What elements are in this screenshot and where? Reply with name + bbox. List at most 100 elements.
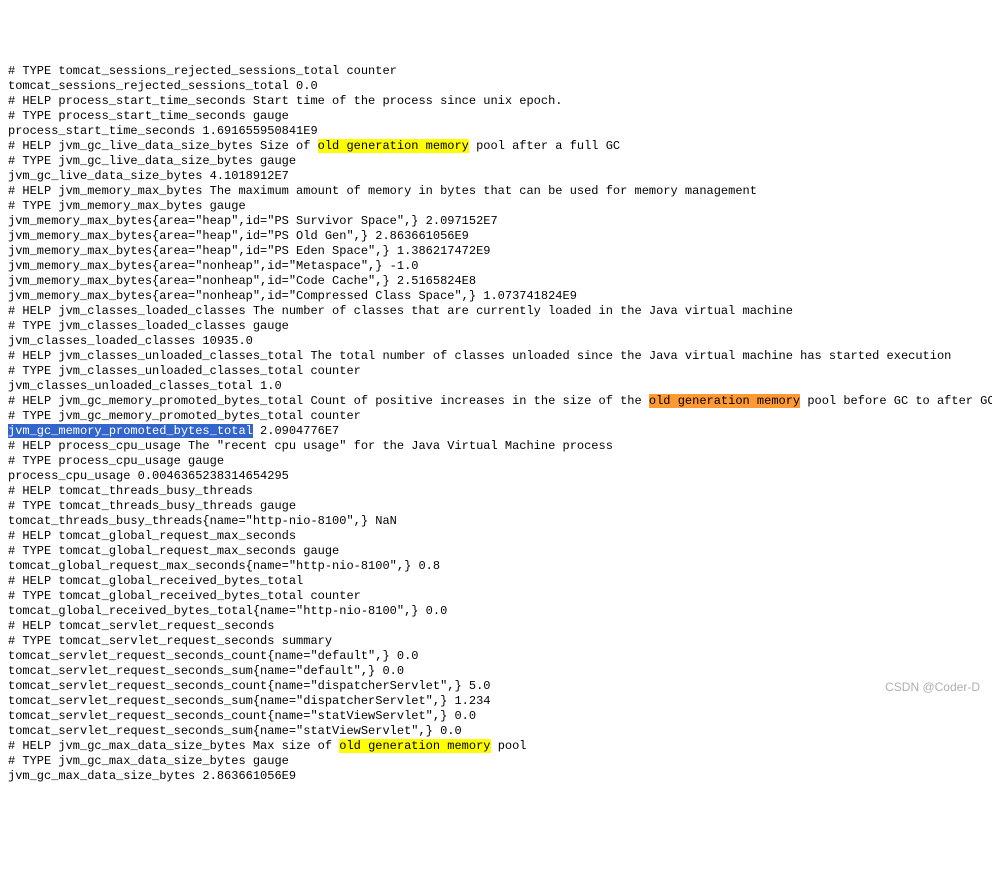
- text-line: # HELP tomcat_servlet_request_seconds: [8, 619, 984, 634]
- text-line: jvm_memory_max_bytes{area="nonheap",id="…: [8, 274, 984, 289]
- text-segment: # TYPE jvm_classes_unloaded_classes_tota…: [8, 364, 361, 378]
- text-segment: # TYPE tomcat_threads_busy_threads gauge: [8, 499, 296, 513]
- text-segment: process_start_time_seconds 1.69165595084…: [8, 124, 318, 138]
- text-segment: # TYPE tomcat_servlet_request_seconds su…: [8, 634, 332, 648]
- text-segment: # TYPE process_start_time_seconds gauge: [8, 109, 289, 123]
- text-segment: # HELP jvm_gc_max_data_size_bytes Max si…: [8, 739, 339, 753]
- text-line: tomcat_servlet_request_seconds_count{nam…: [8, 679, 984, 694]
- text-line: # HELP jvm_classes_unloaded_classes_tota…: [8, 349, 984, 364]
- text-line: tomcat_servlet_request_seconds_sum{name=…: [8, 664, 984, 679]
- text-segment: tomcat_sessions_rejected_sessions_total …: [8, 79, 318, 93]
- text-segment: jvm_classes_loaded_classes 10935.0: [8, 334, 253, 348]
- text-segment: tomcat_threads_busy_threads{name="http-n…: [8, 514, 397, 528]
- text-line: jvm_gc_memory_promoted_bytes_total 2.090…: [8, 424, 984, 439]
- text-segment: tomcat_servlet_request_seconds_sum{name=…: [8, 724, 462, 738]
- text-line: # HELP tomcat_global_received_bytes_tota…: [8, 574, 984, 589]
- text-line: jvm_memory_max_bytes{area="heap",id="PS …: [8, 244, 984, 259]
- text-line: tomcat_global_received_bytes_total{name=…: [8, 604, 984, 619]
- text-line: tomcat_sessions_rejected_sessions_total …: [8, 79, 984, 94]
- text-segment: pool: [491, 739, 527, 753]
- text-line: tomcat_servlet_request_seconds_sum{name=…: [8, 694, 984, 709]
- text-segment: tomcat_servlet_request_seconds_count{nam…: [8, 649, 418, 663]
- highlighted-text: old generation memory: [339, 739, 490, 753]
- text-segment: # HELP jvm_classes_unloaded_classes_tota…: [8, 349, 951, 363]
- text-segment: pool before GC to after GC: [800, 394, 992, 408]
- metrics-text-block: # TYPE tomcat_sessions_rejected_sessions…: [8, 64, 984, 784]
- text-segment: tomcat_servlet_request_seconds_count{nam…: [8, 679, 490, 693]
- text-line: # TYPE process_start_time_seconds gauge: [8, 109, 984, 124]
- text-segment: jvm_classes_unloaded_classes_total 1.0: [8, 379, 282, 393]
- text-segment: # TYPE process_cpu_usage gauge: [8, 454, 224, 468]
- text-segment: # HELP tomcat_threads_busy_threads: [8, 484, 253, 498]
- text-segment: # TYPE jvm_gc_max_data_size_bytes gauge: [8, 754, 289, 768]
- text-line: jvm_memory_max_bytes{area="nonheap",id="…: [8, 259, 984, 274]
- text-line: tomcat_global_request_max_seconds{name="…: [8, 559, 984, 574]
- text-segment: # HELP process_start_time_seconds Start …: [8, 94, 563, 108]
- highlighted-text: old generation memory: [318, 139, 469, 153]
- text-segment: tomcat_servlet_request_seconds_count{nam…: [8, 709, 476, 723]
- text-segment: tomcat_servlet_request_seconds_sum{name=…: [8, 694, 490, 708]
- text-line: # HELP jvm_gc_live_data_size_bytes Size …: [8, 139, 984, 154]
- text-segment: 2.0904776E7: [253, 424, 339, 438]
- text-line: # TYPE tomcat_servlet_request_seconds su…: [8, 634, 984, 649]
- text-line: # HELP jvm_gc_memory_promoted_bytes_tota…: [8, 394, 984, 409]
- text-line: # TYPE tomcat_threads_busy_threads gauge: [8, 499, 984, 514]
- text-segment: jvm_memory_max_bytes{area="heap",id="PS …: [8, 229, 469, 243]
- text-line: jvm_memory_max_bytes{area="nonheap",id="…: [8, 289, 984, 304]
- text-line: # HELP process_start_time_seconds Start …: [8, 94, 984, 109]
- text-line: # HELP jvm_memory_max_bytes The maximum …: [8, 184, 984, 199]
- text-segment: jvm_memory_max_bytes{area="nonheap",id="…: [8, 289, 577, 303]
- text-line: tomcat_threads_busy_threads{name="http-n…: [8, 514, 984, 529]
- text-segment: # HELP process_cpu_usage The "recent cpu…: [8, 439, 613, 453]
- text-line: # HELP jvm_gc_max_data_size_bytes Max si…: [8, 739, 984, 754]
- text-line: tomcat_servlet_request_seconds_count{nam…: [8, 709, 984, 724]
- text-segment: # HELP tomcat_global_received_bytes_tota…: [8, 574, 303, 588]
- text-segment: process_cpu_usage 0.0046365238314654295: [8, 469, 289, 483]
- text-segment: # HELP tomcat_servlet_request_seconds: [8, 619, 274, 633]
- highlighted-text: jvm_gc_memory_promoted_bytes_total: [8, 424, 253, 438]
- text-line: process_cpu_usage 0.0046365238314654295: [8, 469, 984, 484]
- text-line: jvm_classes_unloaded_classes_total 1.0: [8, 379, 984, 394]
- text-segment: # HELP jvm_gc_memory_promoted_bytes_tota…: [8, 394, 649, 408]
- text-line: # TYPE jvm_classes_loaded_classes gauge: [8, 319, 984, 334]
- highlighted-text: old generation memory: [649, 394, 800, 408]
- text-segment: # TYPE jvm_gc_live_data_size_bytes gauge: [8, 154, 296, 168]
- text-segment: # TYPE jvm_classes_loaded_classes gauge: [8, 319, 289, 333]
- text-line: tomcat_servlet_request_seconds_count{nam…: [8, 649, 984, 664]
- text-segment: jvm_gc_max_data_size_bytes 2.863661056E9: [8, 769, 296, 783]
- text-line: # HELP process_cpu_usage The "recent cpu…: [8, 439, 984, 454]
- text-line: jvm_gc_max_data_size_bytes 2.863661056E9: [8, 769, 984, 784]
- text-segment: jvm_memory_max_bytes{area="nonheap",id="…: [8, 259, 418, 273]
- text-segment: jvm_gc_live_data_size_bytes 4.1018912E7: [8, 169, 289, 183]
- text-line: # HELP tomcat_global_request_max_seconds: [8, 529, 984, 544]
- text-segment: # TYPE tomcat_sessions_rejected_sessions…: [8, 64, 397, 78]
- text-line: # TYPE tomcat_global_received_bytes_tota…: [8, 589, 984, 604]
- text-segment: # HELP jvm_gc_live_data_size_bytes Size …: [8, 139, 318, 153]
- text-line: # TYPE jvm_classes_unloaded_classes_tota…: [8, 364, 984, 379]
- text-segment: # TYPE jvm_gc_memory_promoted_bytes_tota…: [8, 409, 361, 423]
- text-line: # TYPE jvm_memory_max_bytes gauge: [8, 199, 984, 214]
- text-segment: # TYPE tomcat_global_request_max_seconds…: [8, 544, 339, 558]
- text-segment: # HELP jvm_memory_max_bytes The maximum …: [8, 184, 757, 198]
- text-line: jvm_memory_max_bytes{area="heap",id="PS …: [8, 214, 984, 229]
- text-segment: tomcat_servlet_request_seconds_sum{name=…: [8, 664, 404, 678]
- text-segment: jvm_memory_max_bytes{area="heap",id="PS …: [8, 214, 498, 228]
- text-segment: tomcat_global_request_max_seconds{name="…: [8, 559, 440, 573]
- text-segment: # HELP jvm_classes_loaded_classes The nu…: [8, 304, 793, 318]
- text-line: # TYPE jvm_gc_live_data_size_bytes gauge: [8, 154, 984, 169]
- text-line: jvm_classes_loaded_classes 10935.0: [8, 334, 984, 349]
- text-segment: # TYPE jvm_memory_max_bytes gauge: [8, 199, 246, 213]
- text-line: # TYPE tomcat_sessions_rejected_sessions…: [8, 64, 984, 79]
- text-segment: pool after a full GC: [469, 139, 620, 153]
- text-segment: tomcat_global_received_bytes_total{name=…: [8, 604, 447, 618]
- text-line: # TYPE jvm_gc_max_data_size_bytes gauge: [8, 754, 984, 769]
- text-segment: jvm_memory_max_bytes{area="nonheap",id="…: [8, 274, 476, 288]
- text-line: tomcat_servlet_request_seconds_sum{name=…: [8, 724, 984, 739]
- text-line: jvm_gc_live_data_size_bytes 4.1018912E7: [8, 169, 984, 184]
- text-line: jvm_memory_max_bytes{area="heap",id="PS …: [8, 229, 984, 244]
- text-line: # TYPE tomcat_global_request_max_seconds…: [8, 544, 984, 559]
- watermark: CSDN @Coder-D: [885, 680, 980, 695]
- text-line: # HELP tomcat_threads_busy_threads: [8, 484, 984, 499]
- text-segment: jvm_memory_max_bytes{area="heap",id="PS …: [8, 244, 490, 258]
- text-line: # TYPE jvm_gc_memory_promoted_bytes_tota…: [8, 409, 984, 424]
